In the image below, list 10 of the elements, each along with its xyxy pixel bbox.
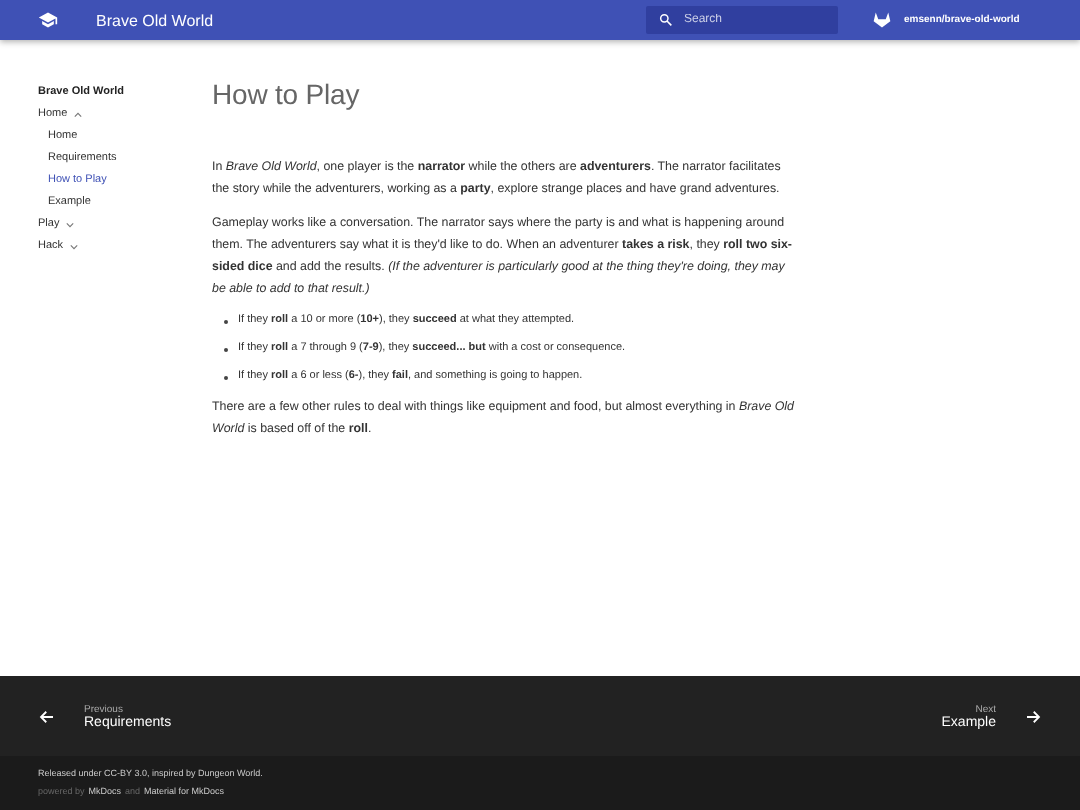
graduation-cap-icon[interactable] bbox=[38, 10, 58, 30]
fox-icon bbox=[872, 10, 892, 30]
site-title[interactable]: Brave Old World bbox=[96, 11, 214, 29]
page-title: How to Play bbox=[212, 78, 362, 110]
search-icon bbox=[658, 12, 674, 28]
chevron-icon bbox=[69, 244, 78, 250]
chevron-icon bbox=[65, 222, 74, 228]
back-arrow-icon bbox=[38, 707, 56, 725]
chevron-icon bbox=[73, 112, 82, 118]
forward-arrow-icon bbox=[1024, 707, 1042, 725]
